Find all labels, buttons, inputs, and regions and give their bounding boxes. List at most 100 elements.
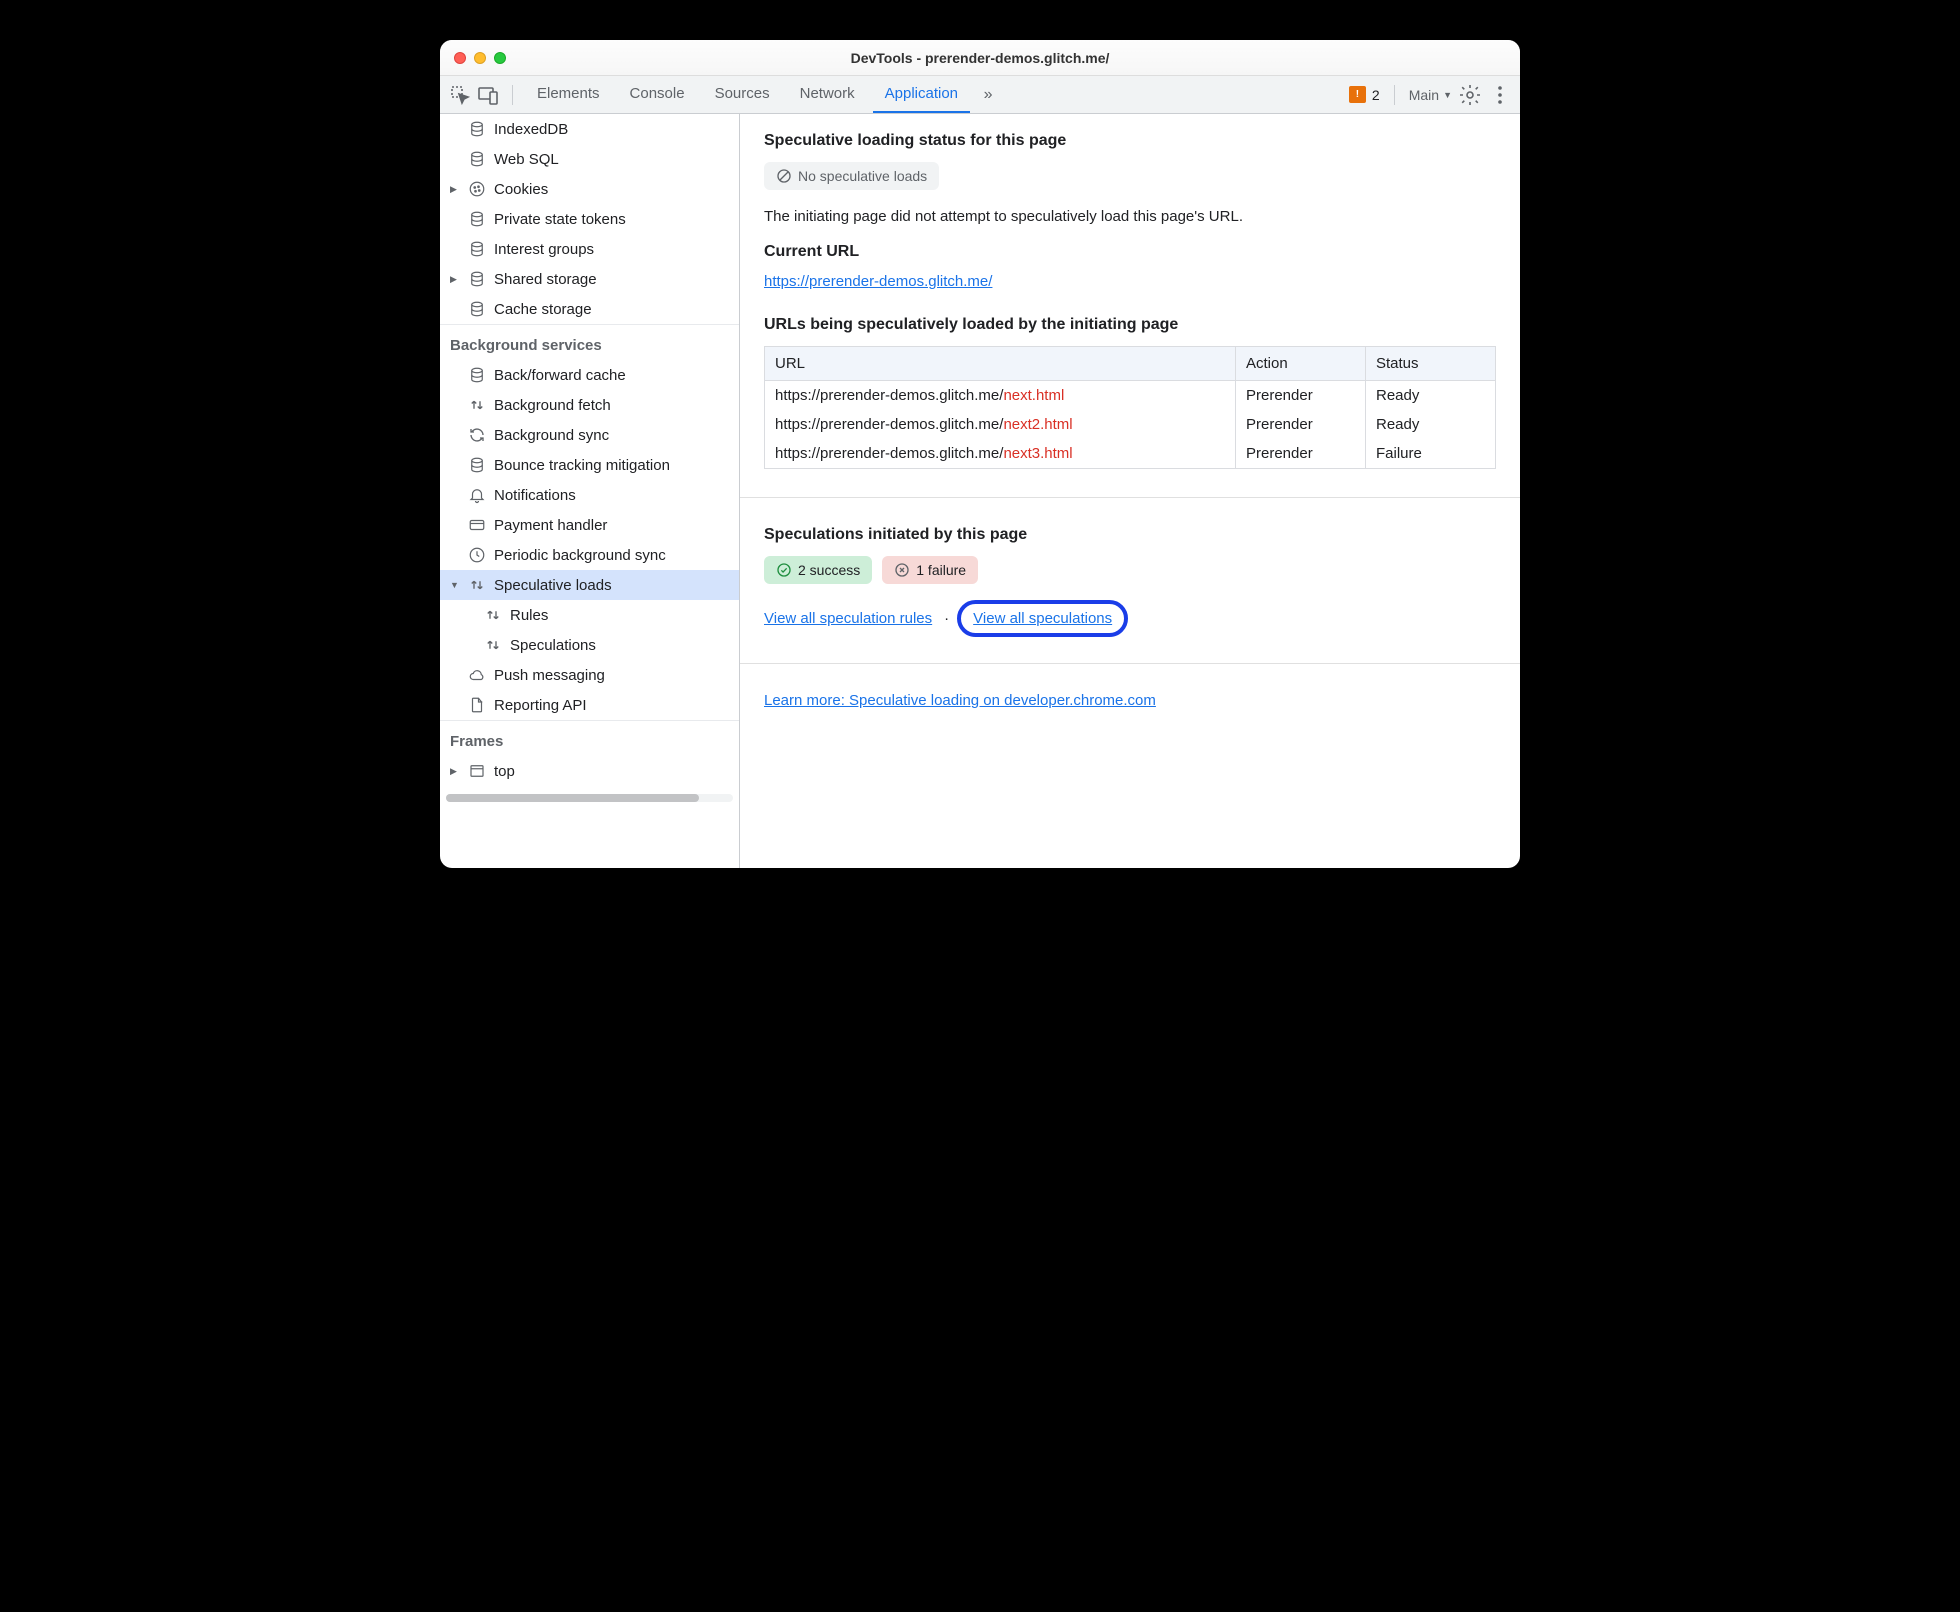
frame-selector[interactable]: Main ▼: [1409, 87, 1452, 103]
current-url-heading: Current URL: [764, 243, 1496, 261]
inspect-icon[interactable]: [448, 83, 472, 107]
db-icon: [468, 150, 486, 168]
sidebar-item-interest-groups[interactable]: Interest groups: [440, 234, 739, 264]
check-circle-icon: [776, 562, 792, 578]
sidebar-item-private-state-tokens[interactable]: Private state tokens: [440, 204, 739, 234]
view-rules-link[interactable]: View all speculation rules: [764, 610, 932, 627]
bell-icon: [468, 486, 486, 504]
titlebar: DevTools - prerender-demos.glitch.me/: [440, 40, 1520, 76]
db-icon: [468, 300, 486, 318]
sidebar-item-indexeddb[interactable]: IndexedDB: [440, 114, 739, 144]
db-icon: [468, 270, 486, 288]
card-icon: [468, 516, 486, 534]
sidebar-item-cookies[interactable]: ▶Cookies: [440, 174, 739, 204]
sidebar-item-shared-storage[interactable]: ▶Shared storage: [440, 264, 739, 294]
maximize-window-button[interactable]: [494, 52, 506, 64]
sidebar[interactable]: IndexedDB Web SQL ▶CookiesPrivate state to…: [440, 114, 740, 868]
cell-status: Ready: [1366, 381, 1496, 411]
panel-tabs: Elements Console Sources Network Applica…: [525, 76, 1000, 113]
cell-action: Prerender: [1236, 410, 1366, 439]
status-heading: Speculative loading status for this page: [764, 132, 1496, 150]
failure-pill: 1 failure: [882, 556, 978, 584]
sidebar-item-label: Reporting API: [494, 697, 587, 714]
sidebar-item-label: Bounce tracking mitigation: [494, 457, 670, 474]
db-icon: [468, 456, 486, 474]
sidebar-section-frames: Frames: [440, 720, 739, 756]
cell-status: Failure: [1366, 439, 1496, 469]
view-speculations-link[interactable]: View all speculations: [973, 610, 1112, 627]
sidebar-item-rules[interactable]: Rules: [440, 600, 739, 630]
sidebar-item-label: Periodic background sync: [494, 547, 666, 564]
sidebar-item-payment-handler[interactable]: Payment handler: [440, 510, 739, 540]
updown-icon: [468, 576, 486, 594]
sync-icon: [468, 426, 486, 444]
warning-badge-icon[interactable]: !: [1349, 86, 1366, 103]
sidebar-item-label: Shared storage: [494, 271, 597, 288]
th-action: Action: [1236, 347, 1366, 381]
sidebar-item-label: Background sync: [494, 427, 609, 444]
sidebar-item-speculative-loads[interactable]: ▼Speculative loads: [440, 570, 739, 600]
cell-url: https://prerender-demos.glitch.me/next3.…: [765, 439, 1236, 469]
table-row[interactable]: https://prerender-demos.glitch.me/next3.…: [765, 439, 1496, 469]
updown-icon: [484, 636, 502, 654]
file-icon: [468, 696, 486, 714]
success-pill: 2 success: [764, 556, 872, 584]
more-tabs-icon[interactable]: »: [976, 83, 1000, 107]
sidebar-item-label: Push messaging: [494, 667, 605, 684]
current-url-link[interactable]: https://prerender-demos.glitch.me/: [764, 273, 992, 290]
cloud-icon: [468, 666, 486, 684]
traffic-lights: [454, 52, 506, 64]
sidebar-item-label: Cookies: [494, 181, 548, 198]
kebab-menu-icon[interactable]: [1488, 83, 1512, 107]
status-description: The initiating page did not attempt to s…: [764, 208, 1496, 225]
sidebar-item-label: Back/forward cache: [494, 367, 626, 384]
sidebar-item-bounce-tracking-mitigation[interactable]: Bounce tracking mitigation: [440, 450, 739, 480]
tab-application[interactable]: Application: [873, 76, 970, 113]
tab-network[interactable]: Network: [788, 76, 867, 113]
sidebar-item-push-messaging[interactable]: Push messaging: [440, 660, 739, 690]
urls-heading: URLs being speculatively loaded by the i…: [764, 316, 1496, 334]
sidebar-item-label: Interest groups: [494, 241, 594, 258]
sidebar-item-background-sync[interactable]: Background sync: [440, 420, 739, 450]
sidebar-item-back-forward-cache[interactable]: Back/forward cache: [440, 360, 739, 390]
speculations-heading: Speculations initiated by this page: [764, 526, 1496, 544]
clock-icon: [468, 546, 486, 564]
cell-action: Prerender: [1236, 381, 1366, 411]
content-panel: Speculative loading status for this page…: [740, 114, 1520, 868]
close-window-button[interactable]: [454, 52, 466, 64]
sidebar-item-label: IndexedDB: [494, 121, 568, 138]
gear-icon[interactable]: [1458, 83, 1482, 107]
sidebar-horizontal-scrollbar[interactable]: [446, 794, 733, 802]
tab-console[interactable]: Console: [618, 76, 697, 113]
tab-elements[interactable]: Elements: [525, 76, 612, 113]
minimize-window-button[interactable]: [474, 52, 486, 64]
learn-more-link[interactable]: Learn more: Speculative loading on devel…: [764, 692, 1156, 709]
sidebar-item-web-sql[interactable]: Web SQL: [440, 144, 739, 174]
sidebar-item-label: Background fetch: [494, 397, 611, 414]
status-badge: No speculative loads: [764, 162, 939, 190]
sidebar-section-background: Background services: [440, 324, 739, 360]
sidebar-item-label: top: [494, 763, 515, 780]
sidebar-item-top[interactable]: ▶top: [440, 756, 739, 786]
sidebar-item-label: Speculative loads: [494, 577, 612, 594]
sidebar-item-label: Rules: [510, 607, 548, 624]
sidebar-item-notifications[interactable]: Notifications: [440, 480, 739, 510]
speculative-urls-table: URL Action Status https://prerender-demo…: [764, 346, 1496, 469]
table-row[interactable]: https://prerender-demos.glitch.me/next2.…: [765, 410, 1496, 439]
cell-url: https://prerender-demos.glitch.me/next2.…: [765, 410, 1236, 439]
device-toggle-icon[interactable]: [476, 83, 500, 107]
sidebar-item-speculations[interactable]: Speculations: [440, 630, 739, 660]
sidebar-item-reporting-api[interactable]: Reporting API: [440, 690, 739, 720]
x-circle-icon: [894, 562, 910, 578]
sidebar-item-background-fetch[interactable]: Background fetch: [440, 390, 739, 420]
main-area: IndexedDB Web SQL ▶CookiesPrivate state to…: [440, 114, 1520, 868]
sidebar-item-periodic-background-sync[interactable]: Periodic background sync: [440, 540, 739, 570]
db-icon: [468, 210, 486, 228]
warning-count[interactable]: 2: [1372, 87, 1380, 103]
devtools-window: DevTools - prerender-demos.glitch.me/ El…: [440, 40, 1520, 868]
tab-sources[interactable]: Sources: [703, 76, 782, 113]
table-row[interactable]: https://prerender-demos.glitch.me/next.h…: [765, 381, 1496, 411]
sidebar-item-label: Web SQL: [494, 151, 559, 168]
sidebar-item-label: Payment handler: [494, 517, 607, 534]
sidebar-item-cache-storage[interactable]: Cache storage: [440, 294, 739, 324]
